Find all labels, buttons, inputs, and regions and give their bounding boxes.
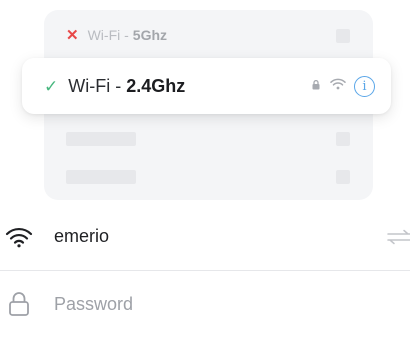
network-item-5ghz[interactable]: ✕ Wi-Fi - 5Ghz — [44, 10, 373, 60]
network-band: 2.4Ghz — [126, 75, 186, 96]
placeholder-square — [336, 29, 350, 43]
lock-icon — [4, 289, 34, 319]
info-icon[interactable]: i — [354, 75, 375, 97]
check-icon: ✓ — [44, 76, 59, 96]
lock-icon — [312, 77, 320, 95]
network-name: emerio — [54, 226, 110, 246]
network-row[interactable]: emerio — [0, 203, 410, 271]
swap-icon[interactable] — [386, 222, 410, 252]
x-icon: ✕ — [66, 26, 79, 44]
placeholder-square — [336, 132, 350, 146]
wifi-setup-screen: ✕ Wi-Fi - 5Ghz ✓ Wi-Fi - 2.4Ghz i emerio — [0, 0, 410, 351]
network-band: 5Ghz — [132, 27, 168, 43]
network-item-2-4ghz[interactable]: ✓ Wi-Fi - 2.4Ghz i — [22, 58, 391, 114]
network-prefix: Wi-Fi - — [87, 27, 129, 43]
network-status-icons: i — [312, 58, 375, 114]
password-input[interactable] — [54, 287, 374, 321]
placeholder-bar — [66, 170, 136, 184]
wifi-icon — [4, 222, 34, 252]
wifi-icon — [330, 77, 346, 95]
network-prefix: Wi-Fi - — [68, 75, 122, 96]
password-row — [0, 270, 410, 338]
placeholder-square — [336, 170, 350, 184]
placeholder-bar — [66, 132, 136, 146]
